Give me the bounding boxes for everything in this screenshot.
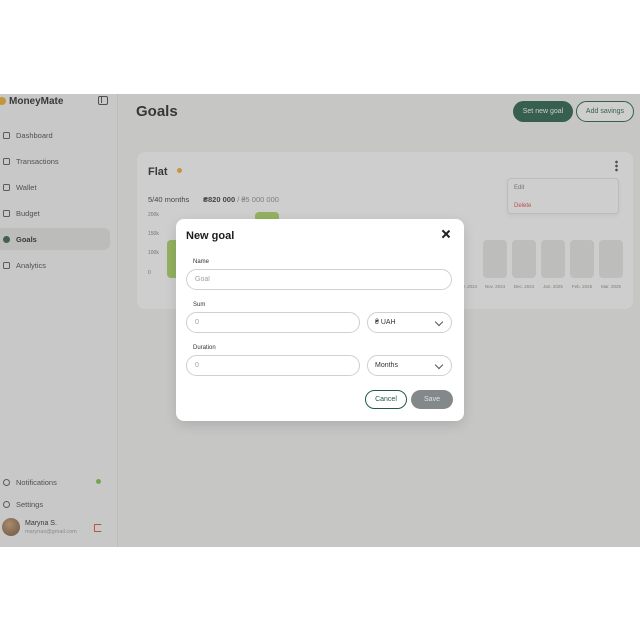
name-label: Name <box>193 259 210 265</box>
chevron-down-icon <box>434 360 444 370</box>
dialog-title: New goal <box>186 230 235 242</box>
goal-name-input[interactable] <box>186 269 452 290</box>
duration-label: Duration <box>193 345 216 351</box>
chevron-down-icon <box>434 317 444 327</box>
duration-input[interactable] <box>186 355 360 376</box>
duration-unit-value: Months <box>375 362 398 369</box>
currency-value: ₴ UAH <box>375 319 396 326</box>
save-button[interactable]: Save <box>411 390 453 409</box>
sum-label: Sum <box>193 302 206 308</box>
close-icon[interactable] <box>441 229 451 239</box>
duration-unit-select[interactable]: Months <box>367 355 452 376</box>
app-window: MoneyMate Dashboard Transactions Wallet … <box>0 94 640 547</box>
cancel-button[interactable]: Cancel <box>365 390 407 409</box>
new-goal-dialog: New goal Name Sum ₴ UAH Duration Months … <box>176 219 464 421</box>
currency-select[interactable]: ₴ UAH <box>367 312 452 333</box>
sum-input[interactable] <box>186 312 360 333</box>
